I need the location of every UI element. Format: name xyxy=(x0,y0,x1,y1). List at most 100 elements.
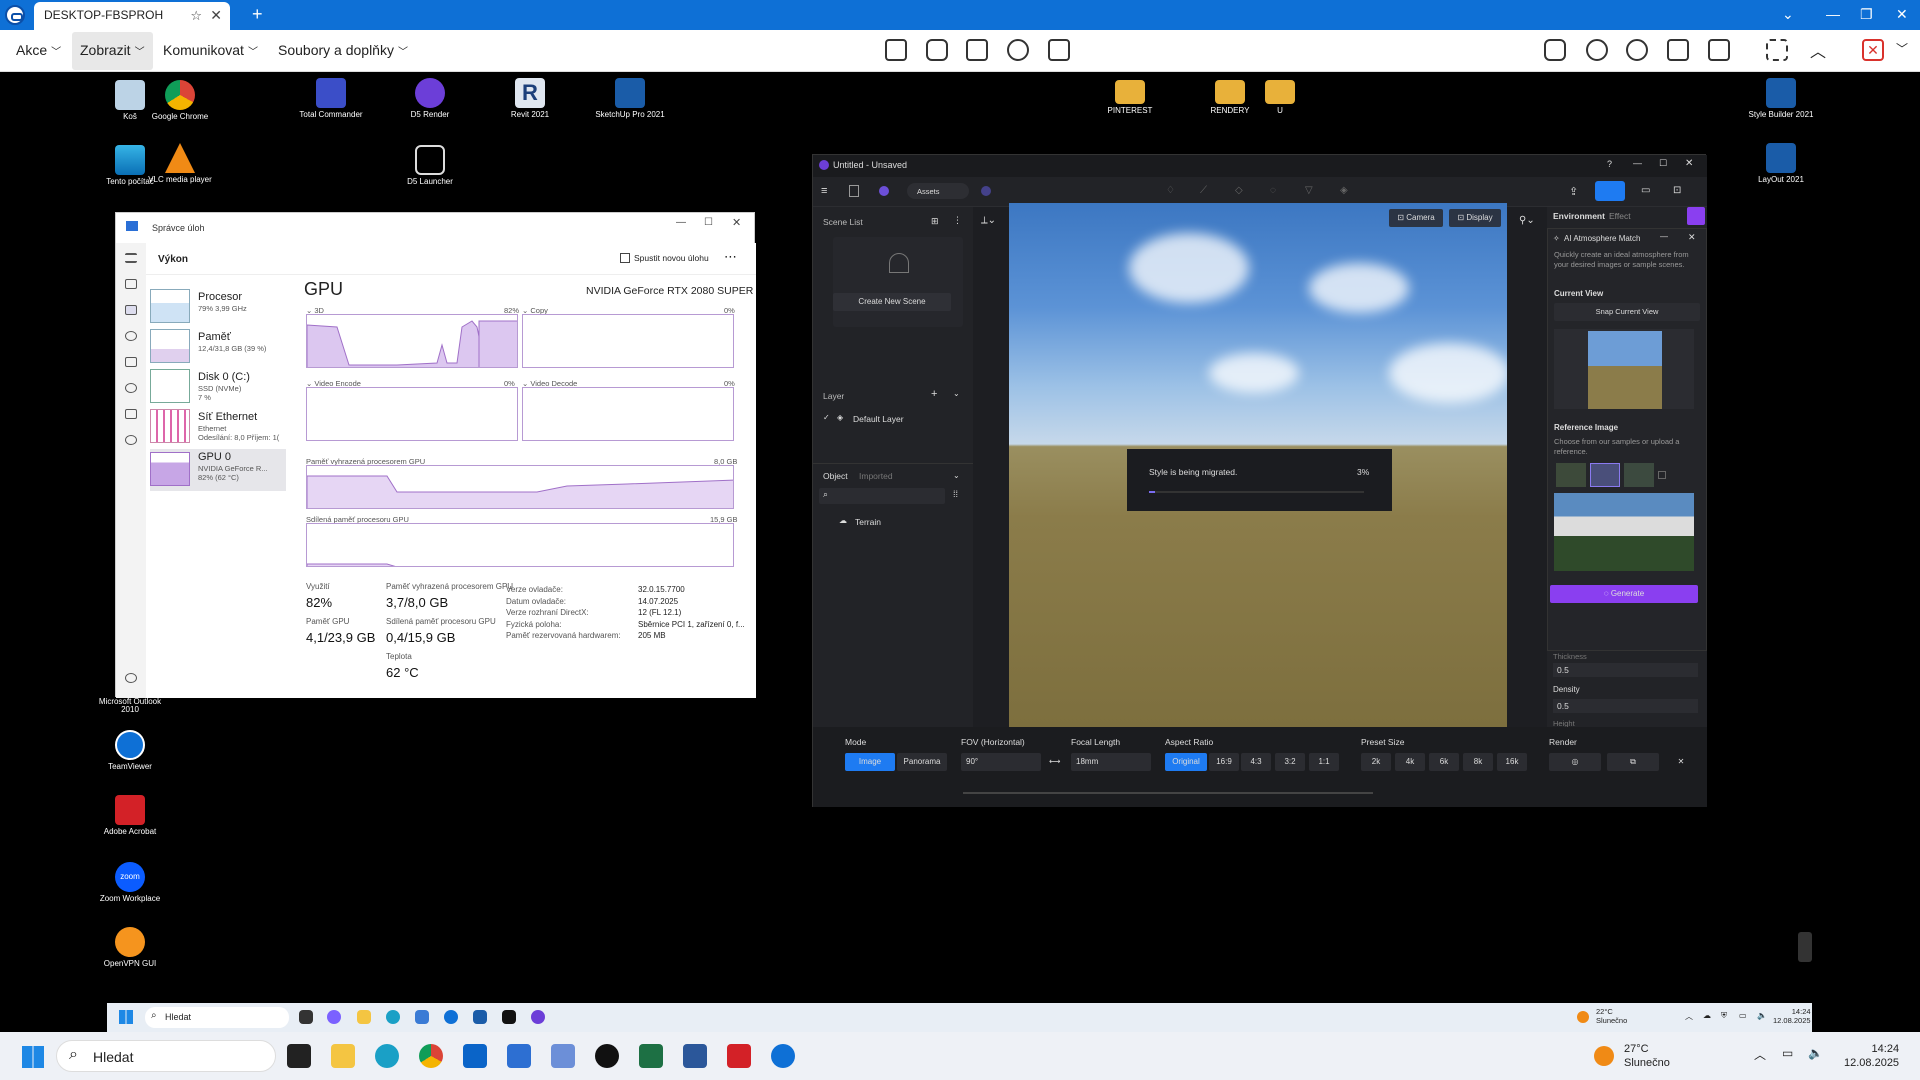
cloud-tray-icon[interactable]: ☁ xyxy=(1703,1011,1711,1020)
filter-grid-icon[interactable]: ⁞⁞ xyxy=(953,489,958,499)
desktop-folder-pinterest[interactable]: PINTEREST xyxy=(1095,80,1165,115)
remote-side-handle[interactable] xyxy=(1798,932,1812,962)
close-icon[interactable]: ✕ xyxy=(1688,232,1696,243)
resource-gpu-selected[interactable]: GPU 0 NVIDIA GeForce R... 82% (62 °C) xyxy=(150,449,286,491)
edge-icon[interactable] xyxy=(386,1010,400,1024)
desktop-icon-zoom[interactable]: zoom Zoom Workplace xyxy=(95,862,165,903)
desktop-icon-d5-launcher[interactable]: D5 Launcher xyxy=(395,145,465,186)
video-icon[interactable]: ▭ xyxy=(1641,185,1650,196)
thickness-field[interactable]: 0.5 xyxy=(1553,663,1698,677)
desktop-icon-layout[interactable]: LayOut 2021 xyxy=(1746,143,1816,184)
remote-clock[interactable]: 14:24 12.08.2025 xyxy=(1773,1007,1811,1025)
dashboard-icon[interactable] xyxy=(885,39,907,61)
more-chevron-icon[interactable]: ﹀ xyxy=(1896,40,1908,57)
resource-cpu[interactable]: Procesor 79% 3,99 GHz xyxy=(150,289,286,327)
user-screen-icon[interactable] xyxy=(966,39,988,61)
edge-icon[interactable] xyxy=(375,1044,399,1068)
close-icon[interactable]: ✕ xyxy=(1685,158,1693,169)
tray-chevron-icon[interactable]: ︿ xyxy=(1685,1011,1693,1022)
copilot-icon[interactable] xyxy=(327,1010,341,1024)
desktop-icon-style-builder[interactable]: Style Builder 2021 xyxy=(1746,78,1816,119)
gallery-icon[interactable]: ⊡ xyxy=(1673,185,1681,196)
teamviewer-task-icon[interactable] xyxy=(444,1010,458,1024)
store-icon[interactable] xyxy=(507,1044,531,1068)
services-icon[interactable] xyxy=(125,435,137,445)
remote-weather[interactable]: 22°C Slunečno xyxy=(1596,1007,1627,1025)
generate-button[interactable]: ◌ Generate xyxy=(1550,585,1698,603)
scatter-icon[interactable]: ◌ xyxy=(1270,185,1276,196)
preset-4k[interactable]: 4k xyxy=(1395,753,1425,771)
desktop-icon-sketchup[interactable]: SketchUp Pro 2021 xyxy=(595,78,665,119)
tab-effect[interactable]: Effect xyxy=(1609,211,1631,221)
acrobat-icon[interactable] xyxy=(727,1044,751,1068)
desktop-icon-d5-render[interactable]: D5 Render xyxy=(395,78,465,119)
processes-icon[interactable] xyxy=(125,279,137,289)
desktop-icon-acrobat[interactable]: Adobe Acrobat xyxy=(95,795,165,836)
help-icon[interactable]: ? xyxy=(1607,159,1612,169)
fullscreen-icon[interactable] xyxy=(1766,39,1788,61)
object-collapse-icon[interactable]: ⌄ xyxy=(953,471,960,480)
new-task-button[interactable]: Spustit novou úlohu xyxy=(634,253,709,263)
network-tray-icon[interactable]: ▭ xyxy=(1739,1011,1747,1020)
startup-icon[interactable] xyxy=(125,357,137,367)
object-search-input[interactable]: ⌕ xyxy=(819,488,945,504)
more-options-icon[interactable]: ⋯ xyxy=(724,249,737,265)
d5-assets-logo-icon[interactable] xyxy=(879,186,889,196)
desktop-icon-chrome[interactable]: Google Chrome xyxy=(145,80,215,121)
explorer-icon[interactable] xyxy=(357,1010,371,1024)
aspect-16-9[interactable]: 16:9 xyxy=(1209,753,1239,771)
horizontal-scrollbar[interactable] xyxy=(963,792,1373,794)
import-icon[interactable] xyxy=(849,185,859,197)
brush-icon[interactable]: ◇ xyxy=(1235,185,1243,196)
minimize-icon[interactable]: — xyxy=(676,217,686,228)
menu-zobrazit[interactable]: Zobrazit ﹀ xyxy=(72,32,153,70)
tray-chevron-icon[interactable]: ︿ xyxy=(1754,1046,1766,1063)
terrain-tool-icon[interactable]: ◈ xyxy=(1340,185,1348,196)
ai-toggle-button[interactable] xyxy=(1687,207,1705,225)
close-tab-icon[interactable]: ✕ xyxy=(210,7,222,24)
resource-disk[interactable]: Disk 0 (C:) SSD (NVMe) 7 % xyxy=(150,369,286,407)
task-view-icon[interactable] xyxy=(299,1010,313,1024)
minimize-icon[interactable]: — xyxy=(1826,6,1840,22)
menu-soubory[interactable]: Soubory a doplňky ﹀ xyxy=(278,42,408,58)
desktop-icon-teamviewer[interactable]: TeamViewer xyxy=(95,730,165,771)
whiteboard-icon[interactable] xyxy=(1667,39,1689,61)
close-window-icon[interactable]: ✕ xyxy=(1896,6,1908,23)
desktop-folder-u[interactable]: U xyxy=(1245,80,1315,115)
speed-icon[interactable] xyxy=(1007,39,1029,61)
details-icon[interactable] xyxy=(125,409,137,419)
preset-6k[interactable]: 6k xyxy=(1429,753,1459,771)
resource-memory[interactable]: Paměť 12,4/31,8 GB (39 %) xyxy=(150,329,286,367)
preset-2k[interactable]: 2k xyxy=(1361,753,1391,771)
maximize-icon[interactable]: ☐ xyxy=(704,217,713,228)
desktop-icon-outlook[interactable]: Microsoft Outlook 2010 xyxy=(95,697,165,715)
no-wallpaper-icon[interactable] xyxy=(1048,39,1070,61)
minimize-icon[interactable]: — xyxy=(1660,232,1668,241)
preset-16k[interactable]: 16k xyxy=(1497,753,1527,771)
close-icon[interactable]: ✕ xyxy=(732,216,741,229)
density-field[interactable]: 0.5 xyxy=(1553,699,1698,713)
app-history-icon[interactable] xyxy=(125,331,137,341)
network-tray-icon[interactable]: ▭ xyxy=(1782,1046,1793,1060)
maximize-icon[interactable]: ☐ xyxy=(1659,158,1667,169)
snipping-tool-icon[interactable] xyxy=(551,1044,575,1068)
mode-image-button[interactable]: Image xyxy=(845,753,895,771)
hamburger-icon[interactable] xyxy=(125,253,137,263)
create-scene-button[interactable]: Create New Scene xyxy=(833,293,951,311)
desktop-icon-openvpn[interactable]: OpenVPN GUI xyxy=(95,927,165,968)
file-transfer-icon[interactable] xyxy=(1544,39,1566,61)
users-icon[interactable] xyxy=(125,383,137,393)
chrome-icon[interactable] xyxy=(419,1044,443,1068)
minimize-icon[interactable]: — xyxy=(1633,158,1642,168)
tab-environment[interactable]: Environment xyxy=(1553,211,1605,221)
aspect-3-2[interactable]: 3:2 xyxy=(1275,753,1305,771)
aspect-original[interactable]: Original xyxy=(1165,753,1207,771)
chat-icon[interactable] xyxy=(1586,39,1608,61)
remote-search-box[interactable]: ⌕ Hledat xyxy=(145,1007,289,1028)
pin-icon[interactable]: ☆ xyxy=(190,8,202,24)
scene-more-icon[interactable]: ⋮ xyxy=(953,215,962,226)
start-icon[interactable] xyxy=(119,1010,133,1024)
desktop-icon-revit[interactable]: R Revit 2021 xyxy=(495,78,565,119)
end-session-icon[interactable]: ✕ xyxy=(1862,39,1884,61)
camera-button[interactable]: ⊡ Camera xyxy=(1389,209,1443,227)
